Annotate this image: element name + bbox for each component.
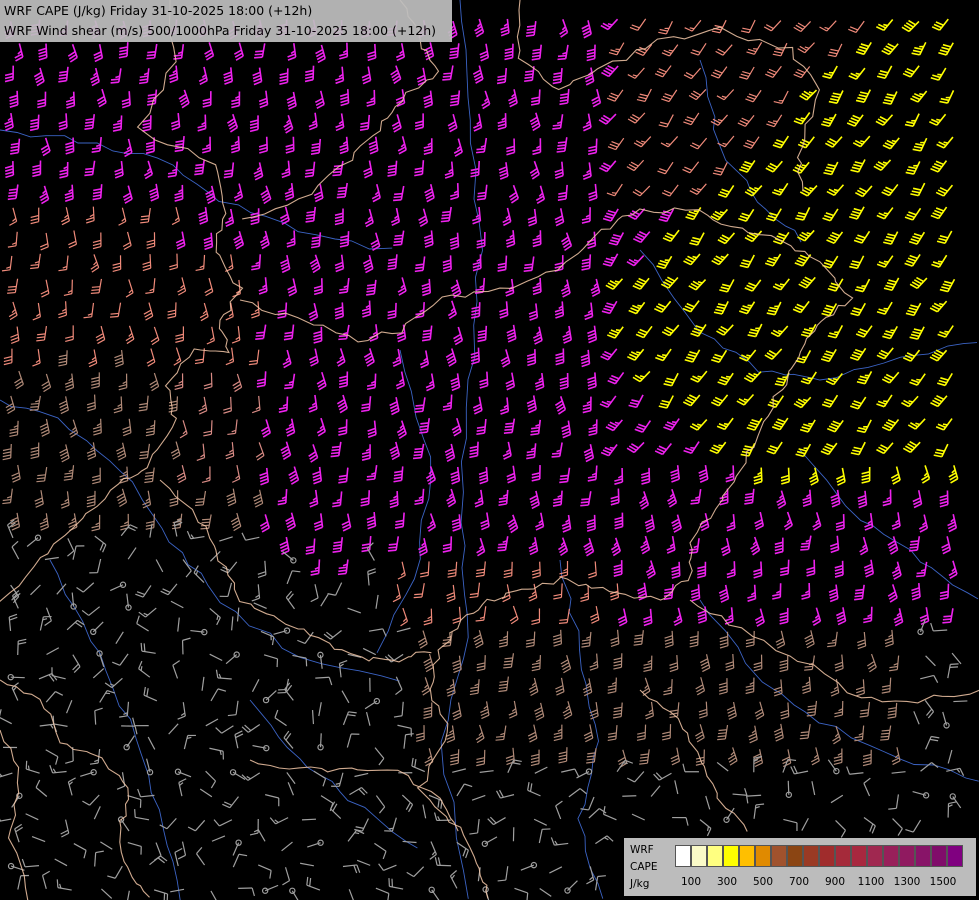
cape-legend: WRF CAPE J/kg 100 300 500 700 900 1100 1… xyxy=(624,838,976,896)
legend-swatch xyxy=(787,845,803,867)
legend-label-wrf: WRF xyxy=(630,844,654,856)
legend-label-cape: CAPE xyxy=(630,861,658,873)
title-wind-shear: WRF Wind shear (m/s) 500/1000hPa Friday … xyxy=(4,23,437,38)
legend-swatch xyxy=(675,845,691,867)
legend-swatch xyxy=(867,845,883,867)
legend-swatch xyxy=(851,845,867,867)
legend-swatch xyxy=(899,845,915,867)
legend-swatch xyxy=(771,845,787,867)
legend-swatch xyxy=(755,845,771,867)
legend-tick: 900 xyxy=(824,876,846,888)
legend-color-scale xyxy=(675,845,963,867)
legend-tick: 100 xyxy=(680,876,702,888)
legend-swatch xyxy=(691,845,707,867)
legend-swatch xyxy=(803,845,819,867)
legend-tick: 1300 xyxy=(893,876,921,888)
legend-tick: 1100 xyxy=(857,876,885,888)
legend-swatch xyxy=(819,845,835,867)
legend-swatch xyxy=(723,845,739,867)
wind-barb xyxy=(953,700,968,703)
map-title-box: WRF CAPE (J/kg) Friday 31-10-2025 18:00 … xyxy=(0,0,452,42)
legend-label-units: J/kg xyxy=(630,878,650,890)
wind-barb xyxy=(301,818,317,821)
legend-tick: 1500 xyxy=(929,876,957,888)
legend-tick: 500 xyxy=(752,876,774,888)
legend-swatch xyxy=(915,845,931,867)
wind-shear-map xyxy=(0,0,979,900)
legend-swatch xyxy=(931,845,947,867)
legend-swatch xyxy=(739,845,755,867)
legend-swatch xyxy=(883,845,899,867)
title-cape: WRF CAPE (J/kg) Friday 31-10-2025 18:00 … xyxy=(4,3,313,18)
legend-tick: 300 xyxy=(716,876,738,888)
legend-swatch xyxy=(707,845,723,867)
legend-tick: 700 xyxy=(788,876,810,888)
legend-swatch xyxy=(835,845,851,867)
legend-swatch xyxy=(947,845,963,867)
